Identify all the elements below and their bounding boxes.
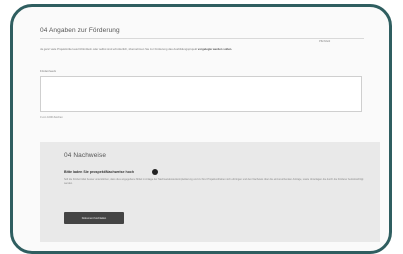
upload-label: Bitte laden Sie prospekt/Nachweise hoch	[64, 170, 135, 174]
character-counter: 0 von 1000 Zeichen	[40, 116, 63, 119]
funding-description-bold: vorgelegte werden sollen.	[197, 47, 233, 51]
funding-purpose-label: Förderzweck	[40, 69, 57, 73]
funding-description: Ja ganz viele Projektmittel aus Drittmit…	[40, 47, 350, 52]
upload-description: Soll die Fördermittel besser unterstütze…	[64, 178, 364, 186]
divider	[40, 38, 364, 39]
section-title-evidence: 04 Nachweise	[64, 152, 107, 159]
funding-description-lead: Ja ganz viele Projektmittel aus Drittmit…	[40, 47, 198, 51]
funding-purpose-textarea[interactable]	[40, 76, 362, 112]
info-icon[interactable]	[152, 169, 158, 175]
required-note: Pflichtfeld	[319, 40, 331, 43]
upload-document-button[interactable]: Dokument hochladen	[64, 212, 124, 224]
section-title-funding: 04 Angaben zur Förderung	[40, 27, 120, 34]
